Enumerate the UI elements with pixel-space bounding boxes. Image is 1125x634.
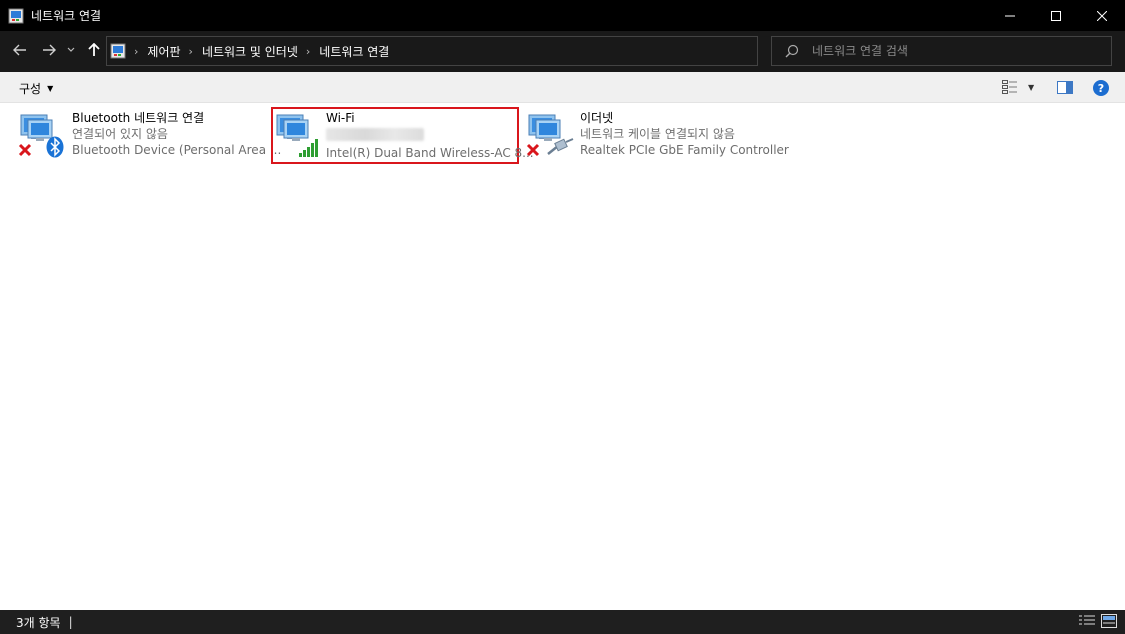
command-bar: 구성 ▼ ▼ ? <box>0 72 1125 103</box>
error-x-icon <box>18 143 32 157</box>
maximize-button[interactable] <box>1033 0 1079 31</box>
help-icon: ? <box>1097 81 1105 95</box>
connection-status: 연결되어 있지 않음 <box>72 127 168 141</box>
search-icon <box>785 44 799 58</box>
connections-list: Bluetooth 네트워크 연결 연결되어 있지 않음 Bluetooth D… <box>0 103 1125 610</box>
help-button[interactable]: ? <box>1093 80 1109 96</box>
connection-item-bluetooth[interactable]: Bluetooth 네트워크 연결 연결되어 있지 않음 Bluetooth D… <box>18 108 281 163</box>
back-button[interactable] <box>8 38 32 62</box>
ethernet-cable-icon <box>547 138 574 155</box>
control-panel-icon <box>8 8 24 23</box>
arrow-left-icon <box>13 44 26 56</box>
breadcrumb-label: 네트워크 연결 <box>319 44 390 59</box>
close-button[interactable] <box>1079 0 1125 31</box>
close-icon <box>1097 10 1107 21</box>
connection-item-wifi[interactable]: Wi-Fi Intel(R) Dual Band Wireless-AC 8..… <box>271 107 534 164</box>
control-panel-icon <box>110 43 126 59</box>
breadcrumb-item[interactable]: › 제어판 <box>126 43 181 60</box>
breadcrumb-item[interactable]: › 네트워크 연결 <box>298 43 389 60</box>
minimize-icon <box>1005 15 1015 16</box>
caret-down-icon: ▼ <box>1028 82 1035 92</box>
large-icons-view-icon[interactable] <box>1101 614 1117 628</box>
connection-name: 이더넷 <box>580 111 614 125</box>
status-bar: 3개 항목 | <box>0 610 1125 634</box>
connection-status-obscured <box>326 126 534 145</box>
arrow-right-icon <box>43 44 56 56</box>
breadcrumb-label: 네트워크 및 인터넷 <box>201 44 298 59</box>
address-row: › 제어판 › 네트워크 및 인터넷 › 네트워크 연결 <box>0 31 1125 72</box>
change-view-button[interactable]: ▼ <box>1002 80 1034 94</box>
preview-pane-button[interactable] <box>1057 81 1073 97</box>
status-separator: | <box>68 615 73 629</box>
maximize-icon <box>1051 10 1061 21</box>
connection-device: Bluetooth Device (Personal Area ... <box>72 143 282 157</box>
item-count: 3개 항목 <box>16 615 61 630</box>
connection-device: Realtek PCIe GbE Family Controller <box>580 143 789 157</box>
arrow-up-icon <box>88 43 100 56</box>
organize-label: 구성 <box>19 82 42 96</box>
breadcrumb-separator-icon: › <box>305 44 311 58</box>
breadcrumb-separator-icon: › <box>188 44 193 58</box>
title-bar: 네트워크 연결 <box>0 0 1125 31</box>
connection-name: Wi-Fi <box>326 111 355 125</box>
error-x-icon <box>526 143 540 157</box>
forward-button[interactable] <box>37 38 61 62</box>
up-button[interactable] <box>82 38 106 62</box>
view-toggle-group <box>1079 614 1117 628</box>
search-box[interactable] <box>771 36 1112 66</box>
preview-pane-icon <box>1057 81 1073 94</box>
breadcrumb-item[interactable]: › 네트워크 및 인터넷 <box>181 43 298 60</box>
connection-status: 네트워크 케이블 연결되지 않음 <box>580 127 735 141</box>
connection-item-ethernet[interactable]: 이더넷 네트워크 케이블 연결되지 않음 Realtek PCIe GbE Fa… <box>526 108 789 163</box>
address-bar[interactable]: › 제어판 › 네트워크 및 인터넷 › 네트워크 연결 <box>106 36 851 66</box>
window-title: 네트워크 연결 <box>31 9 102 23</box>
breadcrumb-label: 제어판 <box>147 44 181 59</box>
organize-button[interactable]: 구성 ▼ <box>19 80 53 97</box>
recent-locations-button[interactable] <box>62 38 80 62</box>
bluetooth-icon <box>46 136 64 158</box>
details-view-icon[interactable] <box>1079 614 1095 628</box>
caret-down-icon: ▼ <box>47 84 54 93</box>
wifi-signal-icon <box>299 139 318 157</box>
search-input[interactable] <box>812 44 1092 58</box>
details-view-icon <box>1002 80 1017 94</box>
connection-device: Intel(R) Dual Band Wireless-AC 8... <box>326 146 534 160</box>
chevron-down-icon <box>67 47 75 52</box>
connection-name: Bluetooth 네트워크 연결 <box>72 111 205 125</box>
minimize-button[interactable] <box>987 0 1033 31</box>
breadcrumb-separator-icon: › <box>134 44 139 58</box>
